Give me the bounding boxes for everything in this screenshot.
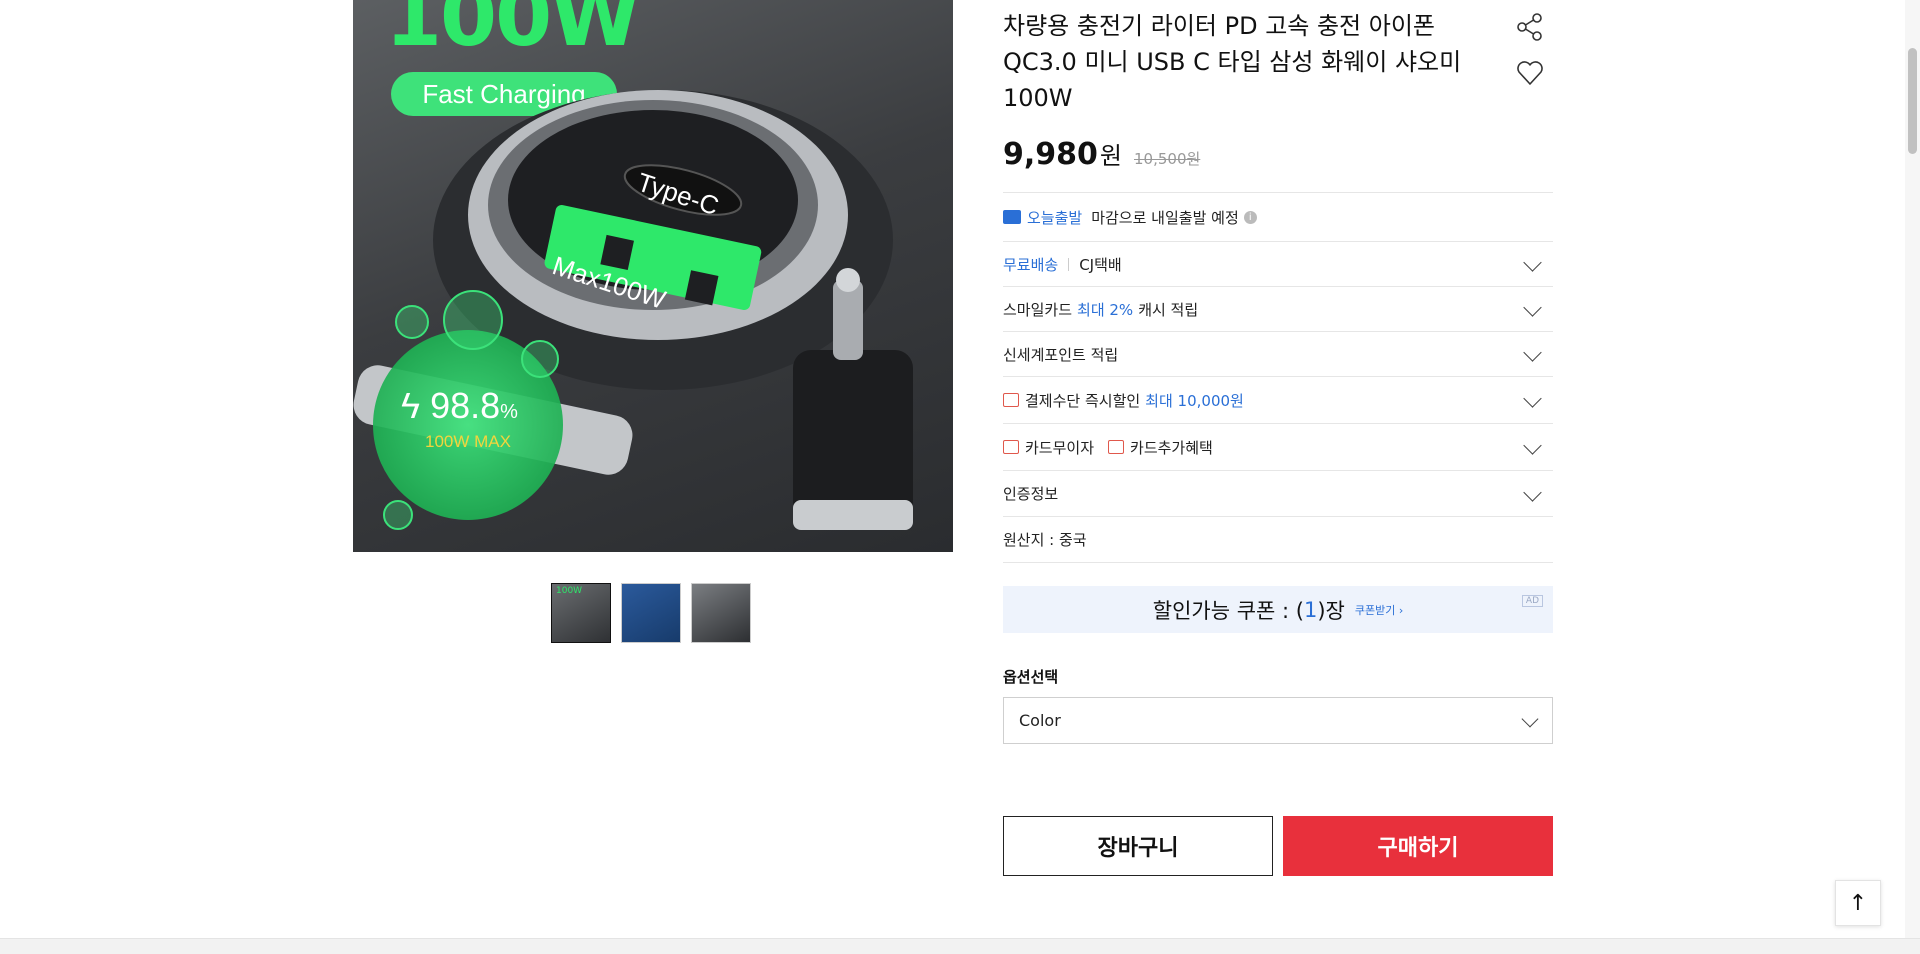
card-benefit-row[interactable]: 카드무이자 카드추가혜택 bbox=[1003, 423, 1553, 470]
thumbnail-3[interactable] bbox=[691, 583, 751, 643]
efficiency-value: ϟ 98.8% bbox=[401, 385, 518, 426]
card-interest-label: 카드무이자 bbox=[1025, 438, 1095, 457]
delivery-row[interactable]: 무료배송 CJ택배 bbox=[1003, 241, 1553, 286]
today-shipping-text: 마감으로 내일출발 예정 bbox=[1091, 208, 1239, 227]
scrollbar-thumb[interactable] bbox=[1908, 48, 1917, 154]
heart-icon[interactable] bbox=[1515, 58, 1545, 88]
truck-icon bbox=[1003, 210, 1021, 224]
product-main-image: 100W Fast Charging Type-C Max100W ϟ 98.8… bbox=[353, 0, 953, 552]
chevron-down-icon bbox=[1523, 389, 1542, 408]
smilecard-suffix: 캐시 적립 bbox=[1138, 300, 1199, 319]
carrier-name: CJ택배 bbox=[1079, 255, 1122, 274]
scroll-to-top-button[interactable]: ↑ bbox=[1835, 880, 1881, 926]
bottom-bar bbox=[0, 938, 1920, 954]
coupon-label-suffix: )장 bbox=[1317, 598, 1345, 623]
chevron-down-icon bbox=[1523, 436, 1542, 455]
get-coupon-link[interactable]: 쿠폰받기 › bbox=[1355, 602, 1403, 618]
chevron-down-icon bbox=[1523, 482, 1542, 502]
origin-row: 원산지 : 중국 bbox=[1003, 516, 1553, 563]
payment-discount-row[interactable]: 결제수단 즉시할인 최대 10,000원 bbox=[1003, 376, 1553, 423]
chevron-down-icon bbox=[1521, 710, 1539, 728]
payment-discount-label: 결제수단 즉시할인 bbox=[1025, 391, 1141, 410]
ssg-point-label: 신세계포인트 적립 bbox=[1003, 345, 1119, 364]
today-shipping-label: 오늘출발 bbox=[1027, 208, 1083, 227]
coupon-label-prefix: 할인가능 쿠폰 : ( bbox=[1152, 598, 1304, 623]
option-select[interactable]: Color bbox=[1003, 697, 1553, 744]
sale-price: 9,980 bbox=[1003, 137, 1098, 172]
card-extra-label: 카드추가혜택 bbox=[1130, 438, 1213, 457]
buy-now-button[interactable]: 구매하기 bbox=[1283, 816, 1553, 876]
product-title: 차량용 충전기 라이터 PD 고속 충전 아이폰 QC3.0 미니 USB C … bbox=[1003, 12, 1462, 112]
today-shipping-row: 오늘출발 마감으로 내일출발 예정 i bbox=[1003, 192, 1553, 241]
bubble-decoration bbox=[443, 290, 503, 350]
add-to-cart-button[interactable]: 장바구니 bbox=[1003, 816, 1273, 876]
chevron-down-icon bbox=[1523, 298, 1542, 317]
bolt-icon: ϟ bbox=[401, 385, 421, 426]
smilecard-row[interactable]: 스마일카드 최대 2% 캐시 적립 bbox=[1003, 286, 1553, 331]
certification-row[interactable]: 인증정보 bbox=[1003, 470, 1553, 516]
smilecard-label: 스마일카드 bbox=[1003, 300, 1073, 319]
scrollbar[interactable] bbox=[1905, 0, 1920, 938]
coupon-count: 1 bbox=[1303, 597, 1318, 622]
thumbnail-1[interactable]: 100W bbox=[551, 583, 611, 643]
discount-card-icon bbox=[1003, 393, 1019, 407]
currency-unit: 원 bbox=[1099, 142, 1122, 170]
free-shipping-label: 무료배송 bbox=[1003, 255, 1059, 274]
bubble-decoration bbox=[395, 305, 429, 339]
payment-discount-highlight: 최대 10,000원 bbox=[1145, 391, 1244, 410]
divider bbox=[1068, 257, 1070, 271]
bubble-decoration bbox=[383, 500, 413, 530]
thumbnail-label: 100W bbox=[556, 586, 583, 596]
thumbnail-strip: 100W bbox=[551, 583, 751, 643]
share-icon[interactable] bbox=[1515, 12, 1545, 42]
card-plus-icon bbox=[1108, 440, 1125, 454]
option-selected-value: Color bbox=[1019, 711, 1061, 730]
info-icon[interactable]: i bbox=[1243, 210, 1257, 224]
chevron-down-icon bbox=[1523, 253, 1542, 272]
card-icon bbox=[1003, 440, 1019, 454]
price-block: 9,980 원 10,500원 bbox=[1003, 136, 1200, 172]
smilecard-highlight: 최대 2% bbox=[1077, 300, 1134, 319]
bubble-decoration bbox=[521, 340, 559, 378]
thumbnail-2[interactable] bbox=[621, 583, 681, 643]
origin-label: 원산지 : 중국 bbox=[1003, 531, 1087, 549]
ssg-point-row[interactable]: 신세계포인트 적립 bbox=[1003, 331, 1553, 376]
original-price: 10,500원 bbox=[1134, 150, 1201, 168]
certification-label: 인증정보 bbox=[1003, 485, 1059, 503]
option-label: 옵션선택 bbox=[1003, 668, 1059, 686]
coupon-banner[interactable]: 할인가능 쿠폰 : (1)장 쿠폰받기 › AD bbox=[1003, 586, 1553, 633]
ad-badge: AD bbox=[1521, 595, 1543, 607]
efficiency-subtitle: 100W MAX bbox=[425, 432, 511, 451]
chevron-down-icon bbox=[1523, 343, 1542, 362]
